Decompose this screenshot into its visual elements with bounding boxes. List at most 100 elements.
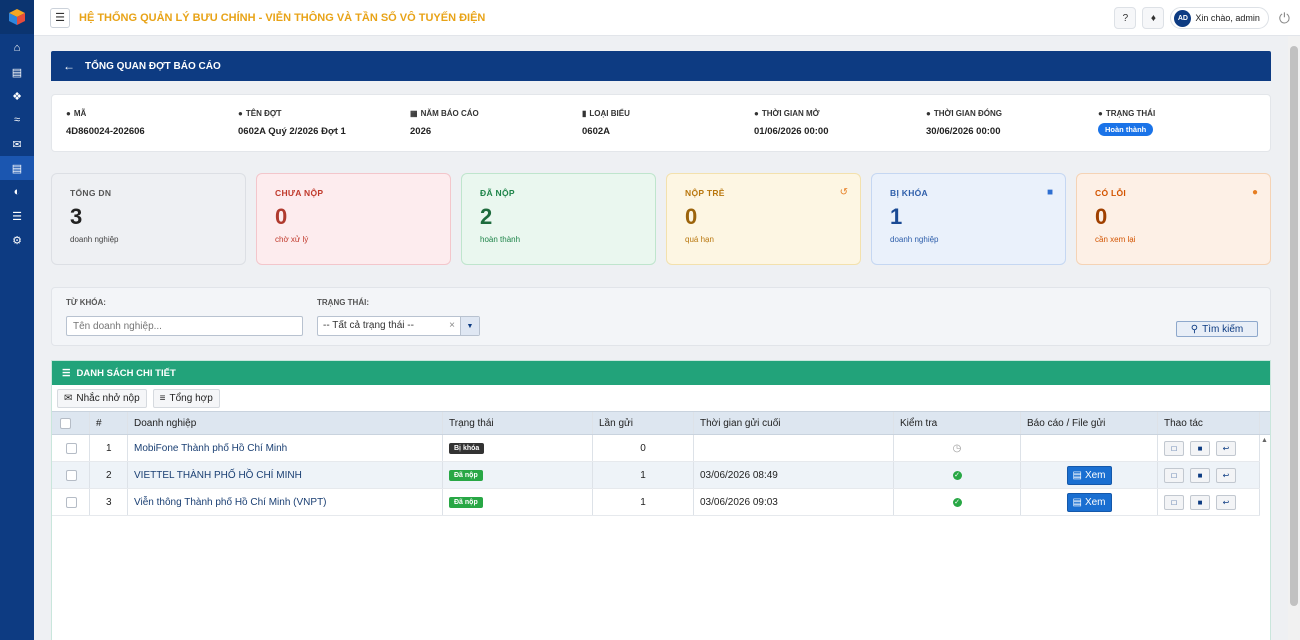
list-icon[interactable]: ☰	[0, 204, 34, 228]
home-icon[interactable]: ⌂	[0, 36, 34, 60]
menu-toggle-button[interactable]: ☰	[50, 7, 70, 28]
info-code: ● MÃ 4D860024-202606	[66, 109, 145, 137]
company-name: Viễn thông Thành phố Hồ Chí Minh (VNPT)	[128, 489, 443, 515]
status-badge: Hoàn thành	[1098, 123, 1154, 136]
col-status[interactable]: Trạng thái	[443, 412, 593, 434]
view-report-button[interactable]: ▤ Xem	[1066, 492, 1112, 512]
col-no[interactable]: #	[90, 412, 128, 434]
map-icon[interactable]: ▤	[0, 60, 34, 84]
chart-pie-icon[interactable]: ◐	[0, 180, 34, 204]
search-button[interactable]: ⚲ Tìm kiếm	[1176, 321, 1258, 337]
clear-icon[interactable]: ×	[449, 320, 455, 331]
app-logo[interactable]	[0, 0, 34, 34]
app-title: HỆ THỐNG QUẢN LÝ BƯU CHÍNH - VIỄN THÔNG …	[79, 11, 486, 24]
user-menu[interactable]: AD Xin chào, admin	[1170, 7, 1269, 29]
id-card-icon[interactable]: ▤	[0, 156, 34, 180]
select-all-checkbox[interactable]	[60, 417, 71, 429]
clock-icon: ●	[926, 109, 931, 118]
status-label: TRẠNG THÁI:	[317, 298, 369, 307]
col-report[interactable]: Báo cáo / File gửi	[1021, 412, 1158, 434]
undo-icon[interactable]: ↩	[1216, 440, 1236, 456]
search-icon: ⚲	[1190, 323, 1199, 335]
chevron-down-icon[interactable]: ▼	[460, 317, 479, 335]
view-report-button[interactable]: ▤ Xem	[1066, 465, 1112, 485]
report-info-card: ● MÃ 4D860024-202606 ● TÊN ĐỢT 0602A Quý 2…	[51, 94, 1271, 152]
col-check[interactable]: Kiểm tra	[894, 412, 1021, 434]
warning-icon: ●	[1251, 187, 1258, 198]
stat-not-submitted[interactable]: CHƯA NỘP 0 chờ xử lý	[256, 173, 451, 265]
tag-icon: ●	[238, 109, 243, 118]
table-row[interactable]: 2 VIETTEL THÀNH PHỐ HỒ CHÍ MINH Đã nộp 1…	[52, 462, 1270, 489]
check-circle-icon: ✓	[952, 470, 962, 480]
back-arrow-icon[interactable]: ←	[63, 59, 75, 73]
company-name: VIETTEL THÀNH PHỐ HỒ CHÍ MINH	[128, 462, 443, 488]
keyword-input[interactable]	[66, 316, 303, 336]
envelope-icon: ✉	[64, 392, 73, 404]
stat-late[interactable]: NỘP TRỄ 0 quá hạn ↺	[666, 173, 861, 265]
page-header: ← TỔNG QUAN ĐỢT BÁO CÁO	[51, 51, 1271, 81]
hamburger-icon: ☰	[55, 12, 65, 24]
table-row[interactable]: 1 MobiFone Thành phố Hồ Chí Minh Bị khóa…	[52, 435, 1270, 462]
page-scrollbar[interactable]	[1288, 36, 1300, 640]
mail-icon[interactable]: ✉	[0, 132, 34, 156]
col-sends[interactable]: Lần gửi	[593, 412, 694, 434]
company-name: MobiFone Thành phố Hồ Chí Minh	[128, 435, 443, 461]
list-icon: ☰	[62, 367, 71, 379]
undo-icon[interactable]: ↩	[1216, 467, 1236, 483]
col-company[interactable]: Doanh nghiệp	[128, 412, 443, 434]
table-scrollbar[interactable]: ▲ ▼	[1260, 435, 1270, 640]
help-icon[interactable]: ?	[1114, 7, 1137, 29]
lock-icon: ■	[1046, 187, 1053, 198]
info-icon: ●	[1098, 109, 1103, 118]
lock-icon[interactable]: ■	[1190, 440, 1210, 456]
remind-submit-button[interactable]: ✉ Nhắc nhở nộp	[57, 388, 147, 408]
row-checkbox[interactable]	[66, 469, 77, 481]
table-header: # Doanh nghiệp Trạng thái Lần gửi Thời g…	[52, 411, 1270, 435]
wifi-icon[interactable]: ≈	[0, 108, 34, 132]
status-badge: Bị khóa	[449, 442, 485, 454]
lock-icon[interactable]: ■	[1190, 494, 1210, 510]
info-open-time: ● THỜI GIAN MỞ 01/06/2026 00:00	[754, 109, 829, 137]
stat-submitted[interactable]: ĐÃ NỘP 2 hoàn thành	[461, 173, 656, 265]
unlock-icon[interactable]: □	[1164, 440, 1184, 456]
table-row[interactable]: 3 Viễn thông Thành phố Hồ Chí Minh (VNPT…	[52, 489, 1270, 516]
tag-icon: ●	[66, 109, 71, 118]
gear-icon[interactable]: ⚙	[0, 228, 34, 252]
calendar-icon: ▦	[410, 109, 418, 118]
detail-table: # Doanh nghiệp Trạng thái Lần gửi Thời g…	[52, 411, 1270, 640]
row-checkbox[interactable]	[66, 442, 77, 454]
status-badge: Đã nộp	[449, 496, 483, 508]
status-select[interactable]: -- Tất cả trạng thái -- × ▼	[317, 316, 480, 336]
history-icon: ↺	[839, 187, 848, 198]
info-close-time: ● THỜI GIAN ĐÓNG 30/06/2026 00:00	[926, 109, 1002, 137]
scrollbar-thumb[interactable]	[1290, 46, 1298, 606]
row-checkbox[interactable]	[66, 496, 77, 508]
scroll-up-icon[interactable]: ▲	[1261, 437, 1268, 444]
info-form-type: ▮ LOẠI BIỂU 0602A	[582, 109, 630, 137]
bell-icon[interactable]: ♦	[1142, 7, 1165, 29]
user-greeting: Xin chào, admin	[1195, 13, 1260, 23]
sidebar: ⌂ ▤ ❖ ≈ ✉ ▤ ◐ ☰ ⚙	[0, 0, 34, 640]
main-content: ← TỔNG QUAN ĐỢT BÁO CÁO ● MÃ 4D860024-202…	[34, 36, 1288, 640]
status-badge: Đã nộp	[449, 469, 483, 481]
undo-icon[interactable]: ↩	[1216, 494, 1236, 510]
align-icon: ≡	[159, 392, 166, 404]
box-icon[interactable]: ❖	[0, 84, 34, 108]
filter-panel: TỪ KHÓA: TRẠNG THÁI: -- Tất cả trạng thá…	[51, 287, 1271, 346]
file-icon: ▮	[582, 109, 587, 118]
col-last-sent[interactable]: Thời gian gửi cuối	[694, 412, 894, 434]
info-status: ● TRẠNG THÁI Hoàn thành	[1098, 109, 1156, 136]
unlock-icon[interactable]: □	[1164, 467, 1184, 483]
unlock-icon[interactable]: □	[1164, 494, 1184, 510]
col-actions[interactable]: Thao tác	[1158, 412, 1260, 434]
stat-locked[interactable]: BỊ KHÓA 1 doanh nghiệp ■	[871, 173, 1066, 265]
avatar: AD	[1174, 9, 1192, 27]
topbar: ☰ HỆ THỐNG QUẢN LÝ BƯU CHÍNH - VIỄN THÔN…	[34, 0, 1300, 36]
list-title: DANH SÁCH CHI TIẾT	[76, 367, 176, 379]
stats-row: TỔNG DN 3 doanh nghiệp CHƯA NỘP 0 chờ xử…	[51, 173, 1271, 265]
stat-total[interactable]: TỔNG DN 3 doanh nghiệp	[51, 173, 246, 265]
summary-button[interactable]: ≡ Tổng hợp	[152, 388, 220, 408]
lock-icon[interactable]: ■	[1190, 467, 1210, 483]
power-icon[interactable]: ⏻	[1279, 10, 1290, 27]
stat-error[interactable]: CÓ LỖI 0 cần xem lại ●	[1076, 173, 1271, 265]
